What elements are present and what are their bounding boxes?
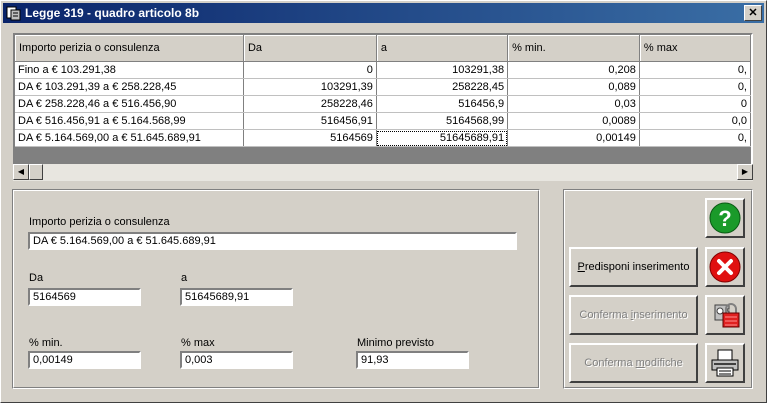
data-grid[interactable]: Importo perizia o consulenza Da a % min.… bbox=[13, 33, 753, 181]
cell-max[interactable]: 0,0 bbox=[639, 112, 751, 130]
table-row[interactable]: DA € 103.291,39 a € 258.228,45 103291,39… bbox=[15, 78, 751, 96]
scroll-right-icon[interactable]: ▶ bbox=[737, 164, 753, 180]
cell-a[interactable]: 5164568,99 bbox=[376, 112, 509, 130]
cancel-icon bbox=[709, 251, 741, 283]
scroll-left-icon[interactable]: ◀ bbox=[13, 164, 29, 180]
col-header-a[interactable]: a bbox=[376, 35, 509, 62]
print-button[interactable] bbox=[705, 343, 745, 383]
horizontal-scrollbar[interactable]: ◀ ▶ bbox=[13, 164, 753, 181]
cell-a[interactable]: 51645689,91 bbox=[376, 129, 509, 147]
da-label: Da bbox=[29, 272, 44, 284]
cell-min[interactable]: 0,03 bbox=[507, 95, 640, 113]
cell-a[interactable]: 103291,38 bbox=[376, 61, 509, 79]
col-header-max[interactable]: % max bbox=[639, 35, 751, 62]
col-header-importo[interactable]: Importo perizia o consulenza bbox=[15, 35, 244, 62]
predisponi-accel: P bbox=[577, 261, 585, 273]
printer-icon bbox=[711, 349, 739, 377]
conferma-mod-accel: m bbox=[635, 357, 645, 369]
cell-max[interactable]: 0 bbox=[639, 95, 751, 113]
cell-importo[interactable]: DA € 103.291,39 a € 258.228,45 bbox=[15, 78, 244, 96]
cell-da[interactable]: 258228,46 bbox=[243, 95, 377, 113]
cell-max[interactable]: 0, bbox=[639, 61, 751, 79]
cell-da[interactable]: 0 bbox=[243, 61, 377, 79]
cell-min[interactable]: 0,0089 bbox=[507, 112, 640, 130]
cell-importo[interactable]: Fino a € 103.291,38 bbox=[15, 61, 244, 79]
table-row[interactable]: DA € 5.164.569,00 a € 51.645.689,91 5164… bbox=[15, 129, 751, 147]
svg-text:?: ? bbox=[718, 206, 731, 231]
cell-importo[interactable]: DA € 5.164.569,00 a € 51.645.689,91 bbox=[15, 129, 244, 147]
minimo-previsto-label: Minimo previsto bbox=[357, 337, 435, 349]
conferma-modifiche-button[interactable]: Conferma modifiche bbox=[569, 343, 698, 383]
lock-icon bbox=[714, 303, 740, 328]
col-header-min[interactable]: % min. bbox=[507, 35, 640, 62]
min-percent-label: % min. bbox=[29, 337, 63, 349]
da-field[interactable]: 5164569 bbox=[28, 288, 141, 306]
cell-importo[interactable]: DA € 516.456,91 a € 5.164.568,99 bbox=[15, 112, 244, 130]
title-bar: Legge 319 - quadro articolo 8b ✕ bbox=[3, 3, 764, 23]
max-percent-field[interactable]: 0,003 bbox=[180, 351, 293, 369]
grid-header-row: Importo perizia o consulenza Da a % min.… bbox=[15, 35, 751, 62]
min-percent-field[interactable]: 0,00149 bbox=[28, 351, 141, 369]
a-field[interactable]: 51645689,91 bbox=[180, 288, 293, 306]
cell-max[interactable]: 0, bbox=[639, 78, 751, 96]
app-icon bbox=[6, 6, 21, 21]
cell-importo[interactable]: DA € 258.228,46 a € 516.456,90 bbox=[15, 95, 244, 113]
cancel-button[interactable] bbox=[705, 247, 745, 287]
table-row[interactable]: DA € 516.456,91 a € 5.164.568,99 516456,… bbox=[15, 112, 751, 130]
a-label: a bbox=[181, 272, 188, 284]
cell-max[interactable]: 0, bbox=[639, 129, 751, 147]
conferma-ins-label-b: nserimento bbox=[633, 309, 688, 321]
max-percent-label: % max bbox=[181, 337, 215, 349]
main-window: Legge 319 - quadro articolo 8b ✕ Importo… bbox=[0, 0, 767, 403]
predisponi-inserimento-button[interactable]: Predisponi inserimento bbox=[569, 247, 698, 287]
grid-table: Importo perizia o consulenza Da a % min.… bbox=[15, 35, 751, 147]
lock-button[interactable] bbox=[705, 295, 745, 335]
help-button[interactable]: ? bbox=[705, 198, 745, 238]
importo-field[interactable]: DA € 5.164.569,00 a € 51.645.689,91 bbox=[28, 232, 517, 250]
importo-label: Importo perizia o consulenza bbox=[29, 216, 170, 228]
cell-a[interactable]: 516456,9 bbox=[376, 95, 509, 113]
table-row[interactable]: DA € 258.228,46 a € 516.456,90 258228,46… bbox=[15, 95, 751, 113]
predisponi-label: redisponi inserimento bbox=[584, 261, 690, 273]
scroll-thumb[interactable] bbox=[29, 164, 43, 180]
minimo-previsto-field[interactable]: 91,93 bbox=[356, 351, 469, 369]
cell-a[interactable]: 258228,45 bbox=[376, 78, 509, 96]
col-header-da[interactable]: Da bbox=[243, 35, 377, 62]
close-icon[interactable]: ✕ bbox=[744, 5, 762, 21]
cell-min[interactable]: 0,089 bbox=[507, 78, 640, 96]
cell-min[interactable]: 0,208 bbox=[507, 61, 640, 79]
cell-da[interactable]: 103291,39 bbox=[243, 78, 377, 96]
conferma-mod-label-b: odifiche bbox=[644, 357, 683, 369]
cell-da[interactable]: 516456,91 bbox=[243, 112, 377, 130]
cell-min[interactable]: 0,00149 bbox=[507, 129, 640, 147]
table-row[interactable]: Fino a € 103.291,38 0 103291,38 0,208 0, bbox=[15, 61, 751, 79]
cell-da[interactable]: 5164569 bbox=[243, 129, 377, 147]
conferma-inserimento-button[interactable]: Conferma inserimento bbox=[569, 295, 698, 335]
conferma-mod-label-a: Conferma bbox=[584, 357, 636, 369]
window-title: Legge 319 - quadro articolo 8b bbox=[25, 6, 200, 20]
help-icon: ? bbox=[709, 202, 741, 234]
conferma-ins-label-a: Conferma bbox=[579, 309, 631, 321]
